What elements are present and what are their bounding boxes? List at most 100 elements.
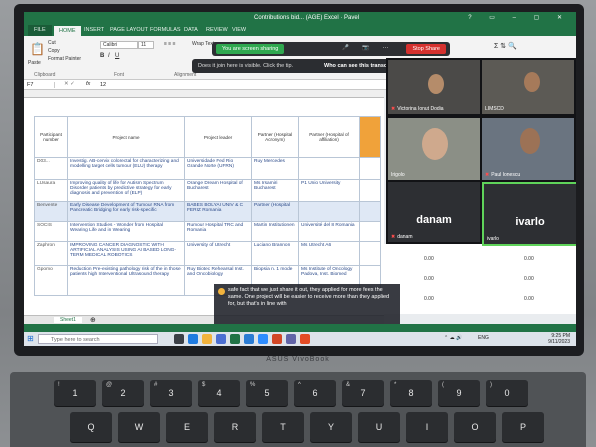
tab-file[interactable]: FILE — [28, 25, 52, 36]
table-row[interactable]: D03... Investig. AB-cervix colorectal fo… — [34, 157, 381, 180]
cell-project[interactable]: Early Disease Development of Tumour RNA … — [67, 201, 185, 222]
italic-button[interactable]: I — [108, 53, 110, 59]
header-cell[interactable]: Partner (Hospital Acronym) — [251, 116, 299, 158]
key-w[interactable]: W — [118, 412, 160, 442]
name-box[interactable]: F7 — [27, 82, 55, 88]
key-3[interactable]: #3 — [150, 380, 192, 406]
meeting-controls[interactable]: 🎤 📷 ⋯ — [342, 45, 394, 51]
cell-partner-1[interactable]: Martin Institutionen — [251, 221, 299, 242]
cell-id[interactable]: LUsaura — [34, 179, 68, 202]
tab-insert[interactable]: INSERT — [84, 27, 104, 33]
table-row[interactable]: LUsaura Improving quality of life for Au… — [34, 179, 381, 202]
cell-id[interactable]: SOCIS — [34, 221, 68, 242]
windows-start-icon[interactable]: ⊞ — [27, 334, 34, 343]
tab-review[interactable]: REVIEW — [206, 27, 228, 33]
cell-leader[interactable]: Universidade Fed Rio Grande Norte (UFRN) — [184, 157, 252, 180]
key-6[interactable]: ^ 6 — [294, 380, 336, 406]
header-cell[interactable]: Project leader — [184, 116, 252, 158]
language-indicator[interactable]: ENG — [478, 335, 489, 341]
video-tile[interactable]: LIMSCD — [482, 60, 574, 114]
key-q[interactable]: Q — [70, 412, 112, 442]
value-cell[interactable]: 0.00 — [424, 296, 434, 302]
format-painter-button[interactable]: Format Painter — [48, 56, 81, 62]
file-explorer-icon[interactable] — [202, 334, 212, 344]
cell-empty[interactable] — [359, 201, 381, 222]
cell-leader[interactable]: Orange Dream Hospital of Bucharest — [184, 179, 252, 202]
key-y[interactable]: Y — [310, 412, 352, 442]
table-row[interactable]: Benvente Early Disease Development of Tu… — [34, 201, 381, 222]
key-1[interactable]: ! 1 — [54, 380, 96, 406]
sort-filter-icon[interactable]: Σ ⇅ 🔍 — [494, 42, 517, 50]
video-tile-active-speaker[interactable]: ivarlo ivarlo — [482, 182, 576, 246]
tab-view[interactable]: VIEW — [232, 27, 246, 33]
value-cell[interactable]: 0.00 — [524, 296, 534, 302]
zoom-icon[interactable] — [258, 334, 268, 344]
browser-icon[interactable] — [300, 334, 310, 344]
video-tile[interactable]: ✖ Victorina Ionut Dodia — [388, 60, 480, 114]
cell-empty[interactable] — [359, 157, 381, 180]
cell-partner-2[interactable] — [298, 157, 360, 180]
add-sheet-icon[interactable]: ⊕ — [90, 316, 96, 324]
cell-empty[interactable] — [359, 241, 381, 266]
edge-icon[interactable] — [188, 334, 198, 344]
teams-icon[interactable] — [286, 334, 296, 344]
tab-page-layout[interactable]: PAGE LAYOUT — [110, 27, 148, 33]
paste-button[interactable]: Paste — [28, 60, 41, 66]
taskbar-search[interactable]: Type here to search — [38, 334, 158, 344]
cut-button[interactable]: Cut — [48, 40, 56, 46]
store-icon[interactable] — [216, 334, 226, 344]
header-cell[interactable]: Participant number — [34, 116, 68, 158]
key-9[interactable]: (9 — [438, 380, 480, 406]
copy-button[interactable]: Copy — [48, 48, 60, 54]
cell-partner-2[interactable]: Université del 8 Romania — [298, 221, 360, 242]
sheet-tab[interactable]: Sheet1 — [54, 317, 82, 323]
value-cell[interactable]: 0.00 — [524, 256, 534, 262]
key-u[interactable]: U — [358, 412, 400, 442]
cell-empty[interactable] — [359, 179, 381, 202]
key-e[interactable]: E — [166, 412, 208, 442]
font-size-select[interactable]: 11 — [138, 41, 154, 49]
cell-partner-1[interactable]: Partner (Hospital — [251, 201, 299, 222]
cell-empty[interactable] — [359, 221, 381, 242]
table-row[interactable]: Zaphron IMPROVING CANCER DIAGNOSTIC WITH… — [34, 241, 381, 266]
tab-data[interactable]: DATA — [184, 27, 198, 33]
value-cell[interactable]: 0.00 — [524, 276, 534, 282]
word-icon[interactable] — [244, 334, 254, 344]
clock[interactable]: 9:25 PM 9/11/2023 — [548, 333, 570, 345]
header-cell-highlight[interactable] — [359, 116, 381, 158]
bold-button[interactable]: B — [100, 53, 104, 59]
underline-button[interactable]: U — [115, 53, 119, 59]
window-controls[interactable]: ? ▭ – ▢ ✕ — [468, 14, 570, 21]
cell-id[interactable]: Zaphron — [34, 241, 68, 266]
header-cell[interactable]: Partner (Hospital of affiliation) — [298, 116, 360, 158]
key-i[interactable]: I — [406, 412, 448, 442]
cell-id[interactable]: Benvente — [34, 201, 68, 222]
key-4[interactable]: $4 — [198, 380, 240, 406]
value-cell[interactable]: 0.00 — [424, 276, 434, 282]
cell-partner-1[interactable]: Luciano Brannon — [251, 241, 299, 266]
key-7[interactable]: & 7 — [342, 380, 384, 406]
key-p[interactable]: P — [502, 412, 544, 442]
cell-leader[interactable]: Rumour Hospital TRC and Romania — [184, 221, 252, 242]
key-2[interactable]: @2 — [102, 380, 144, 406]
task-view-icon[interactable] — [174, 334, 184, 344]
paste-icon[interactable]: 📋 — [30, 42, 45, 56]
cell-project[interactable]: Investig. AB-cervix colorectal for chara… — [67, 157, 185, 180]
key-0[interactable]: ) 0 — [486, 380, 528, 406]
align-icons[interactable]: ≡ ≡ ≡ — [164, 41, 176, 47]
cell-id[interactable]: Gpomo — [34, 265, 68, 296]
cell-project[interactable]: Intervention Studies - Wonder from Hospi… — [67, 221, 185, 242]
header-cell[interactable]: Project name — [67, 116, 185, 158]
cell-partner-2[interactable]: P1 Unio University — [298, 179, 360, 202]
cell-project[interactable]: Reduction Pre-existing pathology risk of… — [67, 265, 185, 296]
excel-icon[interactable] — [230, 334, 240, 344]
tab-home[interactable]: HOME — [54, 26, 81, 36]
cell-partner-1[interactable]: Ms Irsamiri Bucharest — [251, 179, 299, 202]
system-tray-icons[interactable]: ⌃ ☁ 🔊 — [444, 335, 462, 341]
formula-input[interactable]: 12 — [100, 82, 106, 88]
stop-share-button[interactable]: Stop Share — [406, 44, 446, 54]
key-r[interactable]: R — [214, 412, 256, 442]
cell-partner-1[interactable]: Ruy Mercedes — [251, 157, 299, 180]
value-cell[interactable]: 0.00 — [424, 256, 434, 262]
cell-project[interactable]: Improving quality of life for Autism Spe… — [67, 179, 185, 202]
